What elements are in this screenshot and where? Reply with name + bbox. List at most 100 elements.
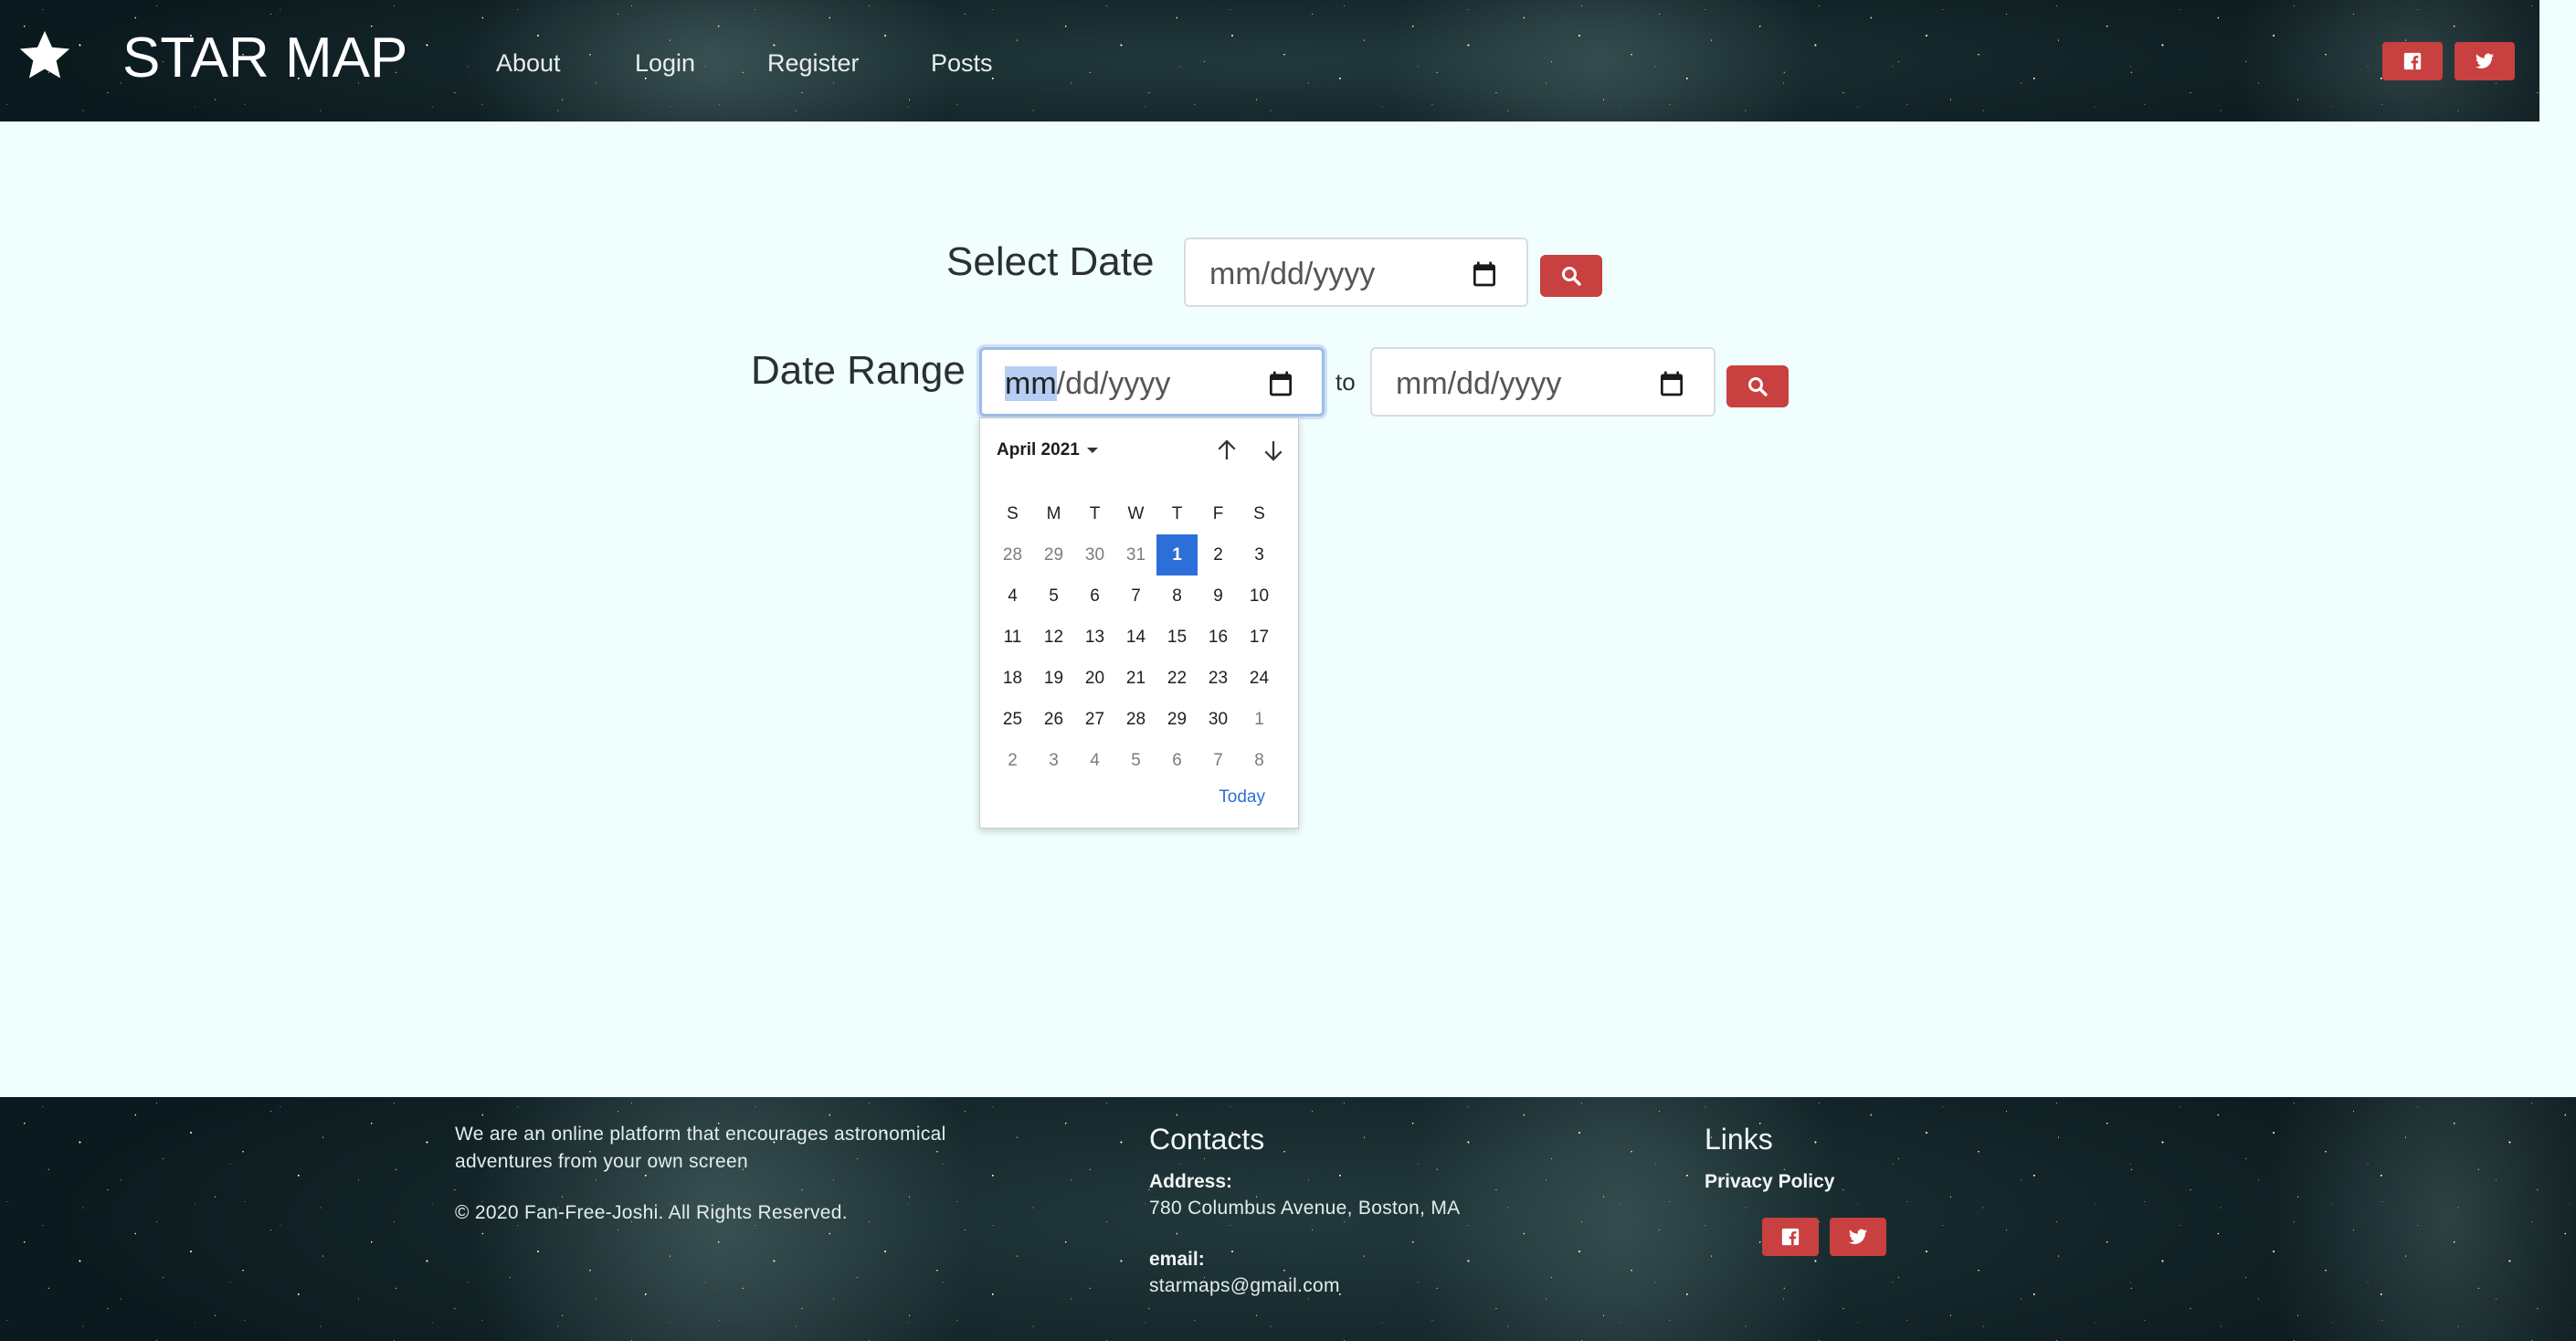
facebook-button[interactable] bbox=[2382, 42, 2443, 80]
calendar-day[interactable]: 31 bbox=[1115, 534, 1156, 575]
calendar-day[interactable]: 25 bbox=[992, 699, 1033, 740]
select-date-label: Select Date bbox=[946, 239, 1155, 284]
calendar-day[interactable]: 7 bbox=[1198, 740, 1239, 781]
calendar-day[interactable]: 23 bbox=[1198, 658, 1239, 699]
contacts-heading: Contacts bbox=[1149, 1123, 1265, 1156]
calendar-day[interactable]: 19 bbox=[1033, 658, 1074, 699]
select-date-input[interactable]: mm/dd/yyyy bbox=[1184, 238, 1528, 307]
weekday-header: S bbox=[1253, 503, 1265, 523]
calendar-day[interactable]: 1 bbox=[1239, 699, 1280, 740]
calendar-day[interactable]: 9 bbox=[1198, 575, 1239, 617]
star-icon[interactable] bbox=[16, 27, 73, 84]
links-heading: Links bbox=[1705, 1123, 1773, 1156]
footer-facebook-button[interactable] bbox=[1762, 1218, 1819, 1256]
search-icon bbox=[1562, 267, 1581, 286]
facebook-icon bbox=[2403, 52, 2422, 70]
calendar-day[interactable]: 3 bbox=[1033, 740, 1074, 781]
month-year-label: April 2021 bbox=[997, 440, 1080, 459]
copyright-text: © 2020 Fan-Free-Joshi. All Rights Reserv… bbox=[455, 1202, 848, 1223]
date-range-label: Date Range bbox=[751, 348, 966, 393]
weekday-header: W bbox=[1127, 503, 1145, 523]
calendar-day[interactable]: 7 bbox=[1115, 575, 1156, 617]
calendar-day[interactable]: 15 bbox=[1156, 617, 1198, 658]
calendar-day[interactable]: 30 bbox=[1198, 699, 1239, 740]
calendar-icon[interactable] bbox=[1470, 259, 1499, 289]
about-text-line2: adventures from your own screen bbox=[455, 1151, 748, 1172]
calendar-day[interactable]: 20 bbox=[1074, 658, 1115, 699]
calendar-icon[interactable] bbox=[1266, 369, 1295, 398]
twitter-button[interactable] bbox=[2455, 42, 2515, 80]
weekday-header: M bbox=[1046, 503, 1061, 523]
nav-link-about[interactable]: About bbox=[496, 48, 561, 79]
calendar-day[interactable]: 5 bbox=[1033, 575, 1074, 617]
calendar-day[interactable]: 22 bbox=[1156, 658, 1198, 699]
nav-link-register[interactable]: Register bbox=[767, 48, 860, 79]
footer: We are an online platform that encourage… bbox=[0, 1097, 2576, 1341]
address-label: Address: bbox=[1149, 1171, 1233, 1192]
select-date-search-button[interactable] bbox=[1540, 255, 1602, 297]
calendar-day[interactable]: 16 bbox=[1198, 617, 1239, 658]
calendar-day[interactable]: 27 bbox=[1074, 699, 1115, 740]
date-placeholder: mm/dd/yyyy bbox=[1005, 366, 1170, 401]
calendar-day[interactable]: 11 bbox=[992, 617, 1033, 658]
calendar-day[interactable]: 28 bbox=[1115, 699, 1156, 740]
facebook-icon bbox=[1781, 1228, 1800, 1246]
privacy-policy-link[interactable]: Privacy Policy bbox=[1705, 1169, 1834, 1195]
calendar-day[interactable]: 10 bbox=[1239, 575, 1280, 617]
nav-link-login[interactable]: Login bbox=[635, 48, 695, 79]
calendar-day[interactable]: 26 bbox=[1033, 699, 1074, 740]
calendar-day[interactable]: 3 bbox=[1239, 534, 1280, 575]
calendar-day[interactable]: 6 bbox=[1156, 740, 1198, 781]
month-segment[interactable]: mm bbox=[1005, 366, 1057, 401]
date-placeholder: mm/dd/yyyy bbox=[1396, 366, 1562, 401]
weekday-header: S bbox=[1007, 503, 1019, 523]
weekday-header: T bbox=[1089, 503, 1101, 523]
date-range-start-input[interactable]: mm/dd/yyyy bbox=[979, 347, 1325, 417]
calendar-day[interactable]: 29 bbox=[1156, 699, 1198, 740]
about-text-line1: We are an online platform that encourage… bbox=[455, 1124, 946, 1145]
calendar-day[interactable]: 8 bbox=[1156, 575, 1198, 617]
calendar-day[interactable]: 13 bbox=[1074, 617, 1115, 658]
calendar-icon[interactable] bbox=[1657, 369, 1686, 398]
calendar-day[interactable]: 28 bbox=[992, 534, 1033, 575]
search-icon bbox=[1748, 377, 1768, 396]
calendar-day[interactable]: 24 bbox=[1239, 658, 1280, 699]
arrow-down-icon[interactable] bbox=[1260, 437, 1287, 464]
twitter-icon bbox=[2475, 53, 2495, 69]
calendar-day[interactable]: 2 bbox=[1198, 534, 1239, 575]
date-placeholder: mm/dd/yyyy bbox=[1209, 257, 1376, 291]
calendar-day[interactable]: 21 bbox=[1115, 658, 1156, 699]
calendar-day[interactable]: 29 bbox=[1033, 534, 1074, 575]
footer-twitter-button[interactable] bbox=[1830, 1218, 1886, 1256]
caret-down-icon bbox=[1086, 447, 1098, 453]
navbar: STAR MAP About Login Register Posts bbox=[0, 0, 2539, 121]
calendar-day[interactable]: 14 bbox=[1115, 617, 1156, 658]
calendar-grid: S M T W T F S 28 29 30 31 1 2 3 4 5 6 7 8 9 10 11 12 13 14 15 16 17… bbox=[992, 493, 1280, 781]
calendar-day[interactable]: 12 bbox=[1033, 617, 1074, 658]
address-value: 780 Columbus Avenue, Boston, MA bbox=[1149, 1198, 1461, 1219]
today-button[interactable]: Today bbox=[1219, 787, 1265, 808]
weekday-header: F bbox=[1212, 503, 1224, 523]
twitter-icon bbox=[1848, 1229, 1868, 1244]
calendar-day[interactable]: 4 bbox=[992, 575, 1033, 617]
weekday-header: T bbox=[1171, 503, 1183, 523]
date-picker-popup: April 2021 S M T W T F S 28 29 30 31 1 2 3 4 5 6 7 8 9 10 11 1… bbox=[979, 417, 1299, 829]
calendar-day[interactable]: 8 bbox=[1239, 740, 1280, 781]
calendar-day[interactable]: 4 bbox=[1074, 740, 1115, 781]
calendar-day[interactable]: 2 bbox=[992, 740, 1033, 781]
calendar-day[interactable]: 18 bbox=[992, 658, 1033, 699]
date-range-end-input[interactable]: mm/dd/yyyy bbox=[1370, 347, 1716, 417]
calendar-day[interactable]: 5 bbox=[1115, 740, 1156, 781]
date-range-search-button[interactable] bbox=[1726, 365, 1789, 407]
calendar-day[interactable]: 6 bbox=[1074, 575, 1115, 617]
month-year-dropdown[interactable]: April 2021 bbox=[997, 440, 1098, 460]
calendar-day[interactable]: 30 bbox=[1074, 534, 1115, 575]
nav-link-posts[interactable]: Posts bbox=[931, 48, 993, 79]
arrow-up-icon[interactable] bbox=[1213, 437, 1240, 464]
email-label: email: bbox=[1149, 1249, 1205, 1270]
calendar-day[interactable]: 1 bbox=[1156, 534, 1198, 575]
brand-title[interactable]: STAR MAP bbox=[122, 26, 407, 91]
day-year-segment[interactable]: /dd/yyyy bbox=[1057, 366, 1171, 401]
email-value[interactable]: starmaps@gmail.com bbox=[1149, 1272, 1340, 1300]
calendar-day[interactable]: 17 bbox=[1239, 617, 1280, 658]
